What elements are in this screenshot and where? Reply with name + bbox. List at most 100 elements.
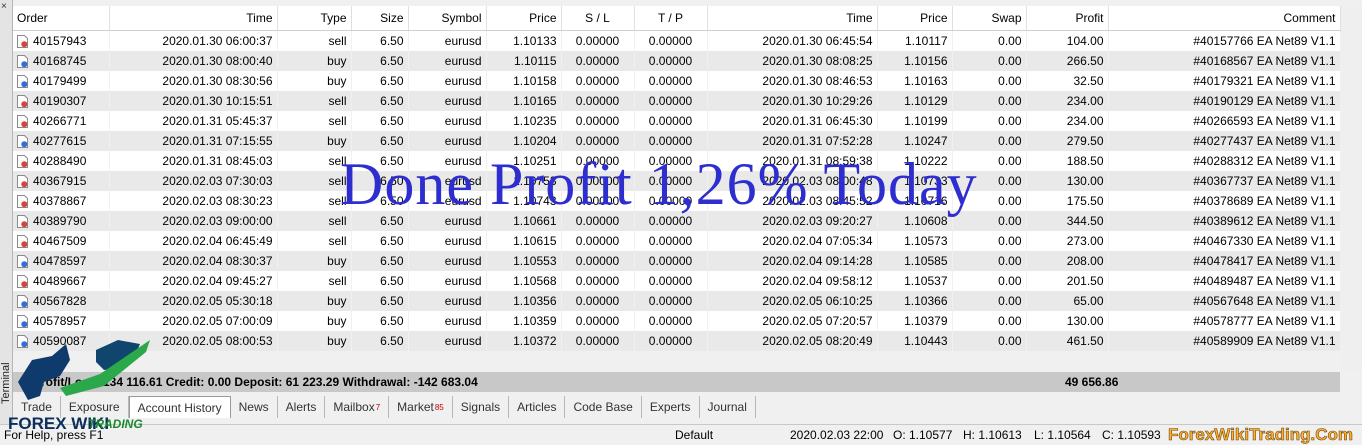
cell-order: 40288490	[13, 151, 109, 171]
cell-order: 40168745	[13, 51, 109, 71]
cell-type: sell	[277, 171, 351, 191]
tab-mailbox[interactable]: Mailbox 7	[325, 396, 390, 418]
close-terminal-icon[interactable]: ×	[1, 2, 7, 12]
cell-order: 40190307	[13, 91, 109, 111]
column-header[interactable]: Size	[351, 6, 409, 31]
tab-experts[interactable]: Experts	[642, 396, 700, 418]
cell-close-time: 2020.01.30 08:46:53	[707, 71, 877, 91]
table-row[interactable]: 40378867 2020.02.03 08:30:23 sell 6.50 eurus…	[13, 191, 1340, 211]
cell-profit: 273.00	[1026, 231, 1108, 251]
cell-symbol: eurusd	[408, 231, 486, 251]
cell-open-time: 2020.02.05 08:00:53	[109, 331, 277, 351]
cell-size: 6.50	[351, 51, 408, 71]
cell-profit: 344.50	[1026, 211, 1108, 231]
tab-label: Signals	[460, 400, 501, 414]
cell-open-time: 2020.02.04 08:30:37	[109, 251, 277, 271]
cell-open-time: 2020.02.03 08:30:23	[109, 191, 277, 211]
table-row[interactable]: 40157943 2020.01.30 06:00:37 sell 6.50 eurus…	[13, 30, 1340, 51]
table-row[interactable]: 40467509 2020.02.04 06:45:49 sell 6.50 eurus…	[13, 231, 1340, 251]
vertical-scrollbar[interactable]	[1341, 6, 1362, 372]
tab-label: Exposure	[68, 400, 120, 414]
tab-articles[interactable]: Articles	[509, 396, 566, 418]
tab-signals[interactable]: Signals	[453, 396, 510, 418]
cell-size: 6.50	[351, 131, 408, 151]
cell-profit: 234.00	[1026, 91, 1108, 111]
cell-open-time: 2020.02.05 07:00:09	[109, 311, 277, 331]
cell-comment: #40190129 EA Net89 V1.1	[1108, 91, 1340, 111]
cell-close-time: 2020.01.30 06:45:54	[707, 30, 877, 51]
tab-account-history[interactable]: Account History	[128, 396, 231, 418]
table-body: 40157943 2020.01.30 06:00:37 sell 6.50 eurus…	[13, 30, 1340, 351]
cell-comment: #40266593 EA Net89 V1.1	[1108, 111, 1340, 131]
cell-sl: 0.00000	[561, 291, 634, 311]
sell-order-icon	[17, 174, 28, 188]
cell-swap: 0.00	[952, 151, 1026, 171]
column-header[interactable]: Price	[486, 6, 562, 31]
cell-sl: 0.00000	[561, 331, 634, 351]
table-row[interactable]: 40190307 2020.01.30 10:15:51 sell 6.50 eurus…	[13, 91, 1340, 111]
table-row[interactable]: 40168745 2020.01.30 08:00:40 buy 6.50 eurusd…	[13, 51, 1340, 71]
tab-code-base[interactable]: Code Base	[565, 396, 642, 418]
cell-open-price: 1.10359	[486, 311, 561, 331]
cell-close-price: 1.10156	[877, 51, 952, 71]
cell-profit: 130.00	[1026, 171, 1108, 191]
cell-open-price: 1.10165	[486, 91, 561, 111]
cell-close-time: 2020.02.03 08:00:48	[707, 171, 877, 191]
table-row[interactable]: 40288490 2020.01.31 08:45:03 sell 6.50 eurus…	[13, 151, 1340, 171]
tab-label: Code Base	[573, 400, 633, 414]
table-row[interactable]: 40578957 2020.02.05 07:00:09 buy 6.50 eurusd…	[13, 311, 1340, 331]
cell-swap: 0.00	[952, 211, 1026, 231]
column-header[interactable]: Symbol	[408, 6, 487, 31]
cell-swap: 0.00	[952, 51, 1026, 71]
table-row[interactable]: 40489667 2020.02.04 09:45:27 sell 6.50 eurus…	[13, 271, 1340, 291]
column-header[interactable]: Order	[13, 6, 110, 31]
cell-open-price: 1.10615	[486, 231, 561, 251]
cell-sl: 0.00000	[561, 231, 634, 251]
column-header[interactable]: Price	[877, 6, 953, 31]
table-row[interactable]: 40277615 2020.01.31 07:15:55 buy 6.50 eurusd…	[13, 131, 1340, 151]
cell-swap: 0.00	[952, 30, 1026, 51]
cell-tp: 0.00000	[634, 71, 707, 91]
cell-close-price: 1.10117	[877, 30, 952, 51]
table-row[interactable]: 40567828 2020.02.05 05:30:18 buy 6.50 eurusd…	[13, 291, 1340, 311]
cell-open-time: 2020.02.04 09:45:27	[109, 271, 277, 291]
column-header[interactable]: Time	[707, 6, 878, 31]
cell-swap: 0.00	[952, 271, 1026, 291]
cell-tp: 0.00000	[634, 111, 707, 131]
terminal-tabs: Trade Exposure Account History News Alerts Ma…	[13, 396, 756, 418]
column-header[interactable]: T / P	[634, 6, 708, 31]
cell-tp: 0.00000	[634, 51, 707, 71]
column-header[interactable]: Swap	[952, 6, 1027, 31]
cell-open-price: 1.10743	[486, 191, 561, 211]
table-row[interactable]: 40367915 2020.02.03 07:30:03 sell 6.50 eurus…	[13, 171, 1340, 191]
cell-size: 6.50	[351, 271, 408, 291]
cell-close-time: 2020.01.30 10:29:26	[707, 91, 877, 111]
tab-alerts[interactable]: Alerts	[278, 396, 326, 418]
cell-symbol: eurusd	[408, 291, 486, 311]
cell-comment: #40489487 EA Net89 V1.1	[1108, 271, 1340, 291]
site-watermark: ForexWikiTrading.Com	[1168, 425, 1354, 445]
cell-size: 6.50	[351, 211, 408, 231]
column-header[interactable]: Comment	[1108, 6, 1341, 31]
cell-type: buy	[277, 291, 351, 311]
buy-order-icon	[17, 74, 28, 88]
cell-order: 40578957	[13, 311, 109, 331]
column-header[interactable]: Time	[109, 6, 278, 31]
table-row[interactable]: 40590087 2020.02.05 08:00:53 buy 6.50 eurusd…	[13, 331, 1340, 351]
tab-news[interactable]: News	[231, 396, 278, 418]
table-row[interactable]: 40389790 2020.02.03 09:00:00 sell 6.50 eurus…	[13, 211, 1340, 231]
cell-order: 40378867	[13, 191, 109, 211]
tab-market[interactable]: Market 85	[389, 396, 453, 418]
cell-close-time: 2020.02.05 08:20:49	[707, 331, 877, 351]
table-row[interactable]: 40478597 2020.02.04 08:30:37 buy 6.50 eurusd…	[13, 251, 1340, 271]
tab-journal[interactable]: Journal	[700, 396, 756, 418]
cell-size: 6.50	[351, 111, 408, 131]
column-header[interactable]: Type	[277, 6, 352, 31]
cell-close-time: 2020.02.04 09:58:12	[707, 271, 877, 291]
table-row[interactable]: 40266771 2020.01.31 05:45:37 sell 6.50 eurus…	[13, 111, 1340, 131]
tab-label: Account History	[137, 400, 222, 415]
table-row[interactable]: 40179499 2020.01.30 08:30:56 buy 6.50 eurusd…	[13, 71, 1340, 91]
cell-profit: 65.00	[1026, 291, 1108, 311]
column-header[interactable]: Profit	[1026, 6, 1109, 31]
column-header[interactable]: S / L	[561, 6, 635, 31]
